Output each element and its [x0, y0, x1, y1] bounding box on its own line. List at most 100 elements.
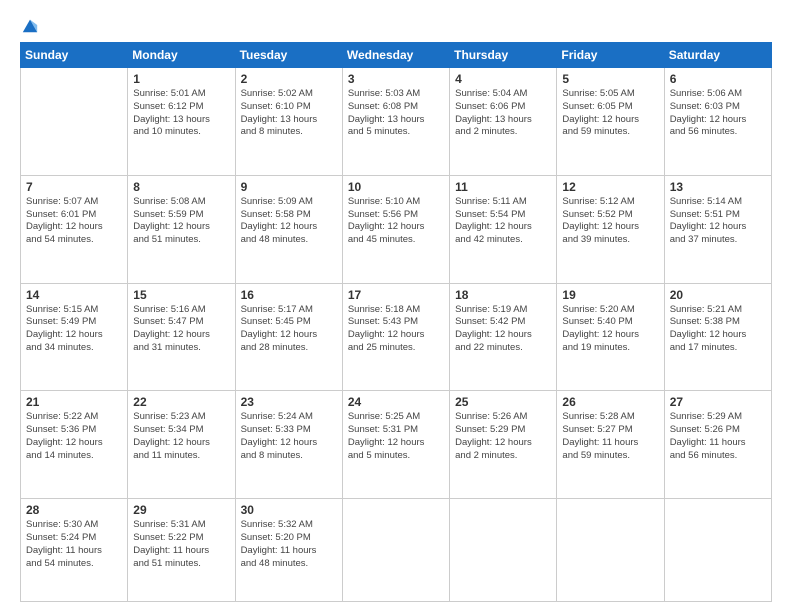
- week-row-4: 21 Sunrise: 5:22 AMSunset: 5:36 PMDayligh…: [21, 391, 772, 499]
- day-info: Sunrise: 5:20 AMSunset: 5:40 PMDaylight:…: [562, 304, 658, 355]
- day-info: Sunrise: 5:12 AMSunset: 5:52 PMDaylight:…: [562, 196, 658, 247]
- day-info: Sunrise: 5:25 AMSunset: 5:31 PMDaylight:…: [348, 411, 444, 462]
- day-info: Sunrise: 5:06 AMSunset: 6:03 PMDaylight:…: [670, 88, 766, 139]
- day-number: 27: [670, 395, 766, 409]
- day-info: Sunrise: 5:16 AMSunset: 5:47 PMDaylight:…: [133, 304, 229, 355]
- day-number: 10: [348, 180, 444, 194]
- day-number: 17: [348, 288, 444, 302]
- day-cell: 26 Sunrise: 5:28 AMSunset: 5:27 PMDayligh…: [557, 391, 664, 499]
- col-header-sunday: Sunday: [21, 43, 128, 68]
- day-number: 8: [133, 180, 229, 194]
- day-cell: [664, 499, 771, 602]
- col-header-tuesday: Tuesday: [235, 43, 342, 68]
- day-cell: 2 Sunrise: 5:02 AMSunset: 6:10 PMDaylight…: [235, 68, 342, 176]
- day-number: 22: [133, 395, 229, 409]
- day-number: 21: [26, 395, 122, 409]
- day-number: 6: [670, 72, 766, 86]
- day-number: 23: [241, 395, 337, 409]
- day-info: Sunrise: 5:19 AMSunset: 5:42 PMDaylight:…: [455, 304, 551, 355]
- logo: [20, 16, 39, 34]
- day-cell: 24 Sunrise: 5:25 AMSunset: 5:31 PMDayligh…: [342, 391, 449, 499]
- day-info: Sunrise: 5:15 AMSunset: 5:49 PMDaylight:…: [26, 304, 122, 355]
- day-cell: 18 Sunrise: 5:19 AMSunset: 5:42 PMDayligh…: [450, 283, 557, 391]
- day-number: 26: [562, 395, 658, 409]
- day-number: 2: [241, 72, 337, 86]
- calendar: SundayMondayTuesdayWednesdayThursdayFrid…: [20, 42, 772, 602]
- day-cell: 30 Sunrise: 5:32 AMSunset: 5:20 PMDayligh…: [235, 499, 342, 602]
- day-number: 1: [133, 72, 229, 86]
- day-info: Sunrise: 5:29 AMSunset: 5:26 PMDaylight:…: [670, 411, 766, 462]
- day-cell: 10 Sunrise: 5:10 AMSunset: 5:56 PMDayligh…: [342, 175, 449, 283]
- week-row-3: 14Sunrise: 5:15 AMSunset: 5:49 PMDayligh…: [21, 283, 772, 391]
- col-header-thursday: Thursday: [450, 43, 557, 68]
- col-header-wednesday: Wednesday: [342, 43, 449, 68]
- day-number: 7: [26, 180, 122, 194]
- day-cell: [21, 68, 128, 176]
- day-number: 13: [670, 180, 766, 194]
- day-info: Sunrise: 5:31 AMSunset: 5:22 PMDaylight:…: [133, 519, 229, 570]
- page: SundayMondayTuesdayWednesdayThursdayFrid…: [0, 0, 792, 612]
- day-info: Sunrise: 5:18 AMSunset: 5:43 PMDaylight:…: [348, 304, 444, 355]
- week-row-2: 7Sunrise: 5:07 AMSunset: 6:01 PMDaylight…: [21, 175, 772, 283]
- day-cell: 20Sunrise: 5:21 AMSunset: 5:38 PMDayligh…: [664, 283, 771, 391]
- day-cell: 4 Sunrise: 5:04 AMSunset: 6:06 PMDaylight…: [450, 68, 557, 176]
- day-number: 15: [133, 288, 229, 302]
- day-info: Sunrise: 5:24 AMSunset: 5:33 PMDaylight:…: [241, 411, 337, 462]
- day-number: 12: [562, 180, 658, 194]
- day-cell: 17 Sunrise: 5:18 AMSunset: 5:43 PMDayligh…: [342, 283, 449, 391]
- col-header-saturday: Saturday: [664, 43, 771, 68]
- day-number: 18: [455, 288, 551, 302]
- logo-icon: [21, 16, 39, 34]
- day-cell: 9 Sunrise: 5:09 AMSunset: 5:58 PMDaylight…: [235, 175, 342, 283]
- day-number: 30: [241, 503, 337, 517]
- day-cell: 7Sunrise: 5:07 AMSunset: 6:01 PMDaylight…: [21, 175, 128, 283]
- day-cell: 11Sunrise: 5:11 AMSunset: 5:54 PMDayligh…: [450, 175, 557, 283]
- day-cell: 21 Sunrise: 5:22 AMSunset: 5:36 PMDayligh…: [21, 391, 128, 499]
- day-number: 28: [26, 503, 122, 517]
- day-info: Sunrise: 5:32 AMSunset: 5:20 PMDaylight:…: [241, 519, 337, 570]
- day-number: 5: [562, 72, 658, 86]
- day-cell: 13Sunrise: 5:14 AMSunset: 5:51 PMDayligh…: [664, 175, 771, 283]
- day-number: 24: [348, 395, 444, 409]
- day-number: 16: [241, 288, 337, 302]
- day-number: 19: [562, 288, 658, 302]
- day-cell: 25 Sunrise: 5:26 AMSunset: 5:29 PMDayligh…: [450, 391, 557, 499]
- day-cell: 3 Sunrise: 5:03 AMSunset: 6:08 PMDaylight…: [342, 68, 449, 176]
- day-cell: [342, 499, 449, 602]
- day-info: Sunrise: 5:08 AMSunset: 5:59 PMDaylight:…: [133, 196, 229, 247]
- header: [20, 16, 772, 34]
- day-cell: [450, 499, 557, 602]
- header-row: SundayMondayTuesdayWednesdayThursdayFrid…: [21, 43, 772, 68]
- col-header-friday: Friday: [557, 43, 664, 68]
- day-number: 4: [455, 72, 551, 86]
- day-info: Sunrise: 5:30 AMSunset: 5:24 PMDaylight:…: [26, 519, 122, 570]
- day-cell: 19 Sunrise: 5:20 AMSunset: 5:40 PMDayligh…: [557, 283, 664, 391]
- day-info: Sunrise: 5:01 AMSunset: 6:12 PMDaylight:…: [133, 88, 229, 139]
- day-info: Sunrise: 5:26 AMSunset: 5:29 PMDaylight:…: [455, 411, 551, 462]
- day-number: 3: [348, 72, 444, 86]
- day-cell: 8 Sunrise: 5:08 AMSunset: 5:59 PMDaylight…: [128, 175, 235, 283]
- day-info: Sunrise: 5:10 AMSunset: 5:56 PMDaylight:…: [348, 196, 444, 247]
- day-info: Sunrise: 5:23 AMSunset: 5:34 PMDaylight:…: [133, 411, 229, 462]
- day-cell: 29 Sunrise: 5:31 AMSunset: 5:22 PMDayligh…: [128, 499, 235, 602]
- day-info: Sunrise: 5:02 AMSunset: 6:10 PMDaylight:…: [241, 88, 337, 139]
- day-info: Sunrise: 5:04 AMSunset: 6:06 PMDaylight:…: [455, 88, 551, 139]
- day-cell: 22 Sunrise: 5:23 AMSunset: 5:34 PMDayligh…: [128, 391, 235, 499]
- day-info: Sunrise: 5:05 AMSunset: 6:05 PMDaylight:…: [562, 88, 658, 139]
- day-info: Sunrise: 5:22 AMSunset: 5:36 PMDaylight:…: [26, 411, 122, 462]
- day-number: 11: [455, 180, 551, 194]
- day-cell: 12 Sunrise: 5:12 AMSunset: 5:52 PMDayligh…: [557, 175, 664, 283]
- day-cell: 28 Sunrise: 5:30 AMSunset: 5:24 PMDayligh…: [21, 499, 128, 602]
- day-info: Sunrise: 5:28 AMSunset: 5:27 PMDaylight:…: [562, 411, 658, 462]
- day-number: 25: [455, 395, 551, 409]
- day-info: Sunrise: 5:03 AMSunset: 6:08 PMDaylight:…: [348, 88, 444, 139]
- week-row-5: 28 Sunrise: 5:30 AMSunset: 5:24 PMDayligh…: [21, 499, 772, 602]
- day-info: Sunrise: 5:09 AMSunset: 5:58 PMDaylight:…: [241, 196, 337, 247]
- day-cell: 5 Sunrise: 5:05 AMSunset: 6:05 PMDaylight…: [557, 68, 664, 176]
- day-cell: [557, 499, 664, 602]
- day-number: 29: [133, 503, 229, 517]
- day-info: Sunrise: 5:21 AMSunset: 5:38 PMDaylight:…: [670, 304, 766, 355]
- col-header-monday: Monday: [128, 43, 235, 68]
- day-cell: 27 Sunrise: 5:29 AMSunset: 5:26 PMDayligh…: [664, 391, 771, 499]
- day-number: 9: [241, 180, 337, 194]
